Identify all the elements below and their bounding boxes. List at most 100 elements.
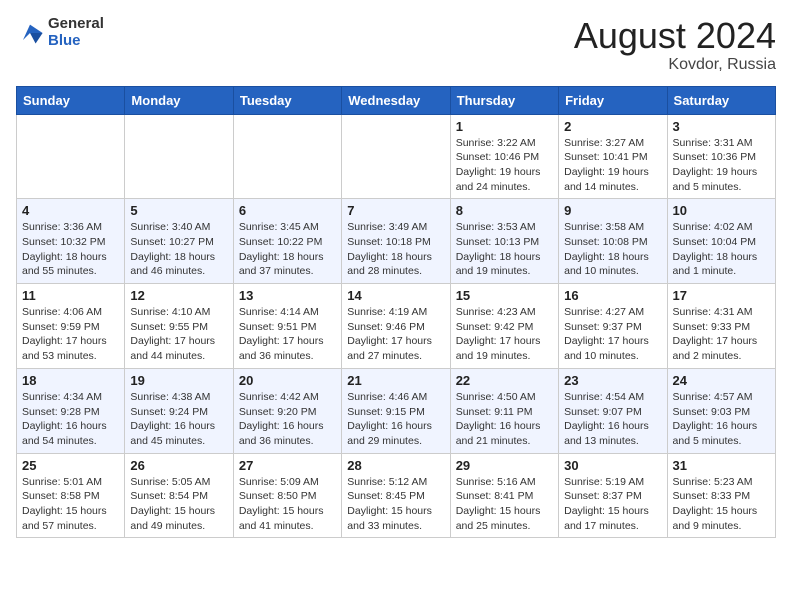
calendar-header-row: Sunday Monday Tuesday Wednesday Thursday…: [17, 86, 776, 114]
day-cell: [17, 114, 125, 199]
day-cell: 5 Sunrise: 3:40 AMSunset: 10:27 PMDaylig…: [125, 199, 233, 284]
week-row-5: 25 Sunrise: 5:01 AMSunset: 8:58 PMDaylig…: [17, 453, 776, 538]
day-number: 20: [239, 373, 336, 388]
day-cell: 28 Sunrise: 5:12 AMSunset: 8:45 PMDaylig…: [342, 453, 450, 538]
day-cell: 17 Sunrise: 4:31 AMSunset: 9:33 PMDaylig…: [667, 284, 775, 369]
day-cell: 15 Sunrise: 4:23 AMSunset: 9:42 PMDaylig…: [450, 284, 558, 369]
week-row-3: 11 Sunrise: 4:06 AMSunset: 9:59 PMDaylig…: [17, 284, 776, 369]
week-row-1: 1 Sunrise: 3:22 AMSunset: 10:46 PMDaylig…: [17, 114, 776, 199]
day-number: 17: [673, 288, 770, 303]
day-info: Sunrise: 4:46 AMSunset: 9:15 PMDaylight:…: [347, 390, 444, 449]
day-number: 13: [239, 288, 336, 303]
day-cell: 16 Sunrise: 4:27 AMSunset: 9:37 PMDaylig…: [559, 284, 667, 369]
day-number: 24: [673, 373, 770, 388]
week-row-2: 4 Sunrise: 3:36 AMSunset: 10:32 PMDaylig…: [17, 199, 776, 284]
day-number: 26: [130, 458, 227, 473]
day-cell: 27 Sunrise: 5:09 AMSunset: 8:50 PMDaylig…: [233, 453, 341, 538]
day-cell: 7 Sunrise: 3:49 AMSunset: 10:18 PMDaylig…: [342, 199, 450, 284]
day-info: Sunrise: 4:38 AMSunset: 9:24 PMDaylight:…: [130, 390, 227, 449]
day-cell: 4 Sunrise: 3:36 AMSunset: 10:32 PMDaylig…: [17, 199, 125, 284]
day-cell: 30 Sunrise: 5:19 AMSunset: 8:37 PMDaylig…: [559, 453, 667, 538]
day-number: 18: [22, 373, 119, 388]
day-number: 3: [673, 119, 770, 134]
day-number: 14: [347, 288, 444, 303]
day-number: 21: [347, 373, 444, 388]
day-cell: 18 Sunrise: 4:34 AMSunset: 9:28 PMDaylig…: [17, 368, 125, 453]
day-cell: 3 Sunrise: 3:31 AMSunset: 10:36 PMDaylig…: [667, 114, 775, 199]
day-cell: 1 Sunrise: 3:22 AMSunset: 10:46 PMDaylig…: [450, 114, 558, 199]
day-cell: 10 Sunrise: 4:02 AMSunset: 10:04 PMDayli…: [667, 199, 775, 284]
day-cell: 21 Sunrise: 4:46 AMSunset: 9:15 PMDaylig…: [342, 368, 450, 453]
day-info: Sunrise: 5:19 AMSunset: 8:37 PMDaylight:…: [564, 475, 661, 534]
day-cell: 13 Sunrise: 4:14 AMSunset: 9:51 PMDaylig…: [233, 284, 341, 369]
day-number: 6: [239, 203, 336, 218]
day-info: Sunrise: 4:14 AMSunset: 9:51 PMDaylight:…: [239, 305, 336, 364]
logo-blue-text: Blue: [48, 33, 104, 50]
day-number: 1: [456, 119, 553, 134]
day-cell: 25 Sunrise: 5:01 AMSunset: 8:58 PMDaylig…: [17, 453, 125, 538]
logo-icon: [16, 19, 44, 47]
day-number: 19: [130, 373, 227, 388]
day-number: 2: [564, 119, 661, 134]
day-cell: 8 Sunrise: 3:53 AMSunset: 10:13 PMDaylig…: [450, 199, 558, 284]
day-number: 5: [130, 203, 227, 218]
day-number: 22: [456, 373, 553, 388]
col-saturday: Saturday: [667, 86, 775, 114]
day-number: 16: [564, 288, 661, 303]
day-number: 29: [456, 458, 553, 473]
day-cell: 2 Sunrise: 3:27 AMSunset: 10:41 PMDaylig…: [559, 114, 667, 199]
day-info: Sunrise: 3:53 AMSunset: 10:13 PMDaylight…: [456, 220, 553, 279]
col-tuesday: Tuesday: [233, 86, 341, 114]
day-info: Sunrise: 5:01 AMSunset: 8:58 PMDaylight:…: [22, 475, 119, 534]
day-info: Sunrise: 5:12 AMSunset: 8:45 PMDaylight:…: [347, 475, 444, 534]
day-number: 10: [673, 203, 770, 218]
day-info: Sunrise: 4:27 AMSunset: 9:37 PMDaylight:…: [564, 305, 661, 364]
day-number: 30: [564, 458, 661, 473]
day-info: Sunrise: 5:05 AMSunset: 8:54 PMDaylight:…: [130, 475, 227, 534]
day-info: Sunrise: 3:31 AMSunset: 10:36 PMDaylight…: [673, 136, 770, 195]
day-info: Sunrise: 5:23 AMSunset: 8:33 PMDaylight:…: [673, 475, 770, 534]
day-info: Sunrise: 3:58 AMSunset: 10:08 PMDaylight…: [564, 220, 661, 279]
day-info: Sunrise: 5:16 AMSunset: 8:41 PMDaylight:…: [456, 475, 553, 534]
day-number: 31: [673, 458, 770, 473]
day-info: Sunrise: 4:31 AMSunset: 9:33 PMDaylight:…: [673, 305, 770, 364]
day-cell: [233, 114, 341, 199]
day-info: Sunrise: 3:45 AMSunset: 10:22 PMDaylight…: [239, 220, 336, 279]
day-number: 23: [564, 373, 661, 388]
day-info: Sunrise: 3:40 AMSunset: 10:27 PMDaylight…: [130, 220, 227, 279]
day-cell: 19 Sunrise: 4:38 AMSunset: 9:24 PMDaylig…: [125, 368, 233, 453]
day-cell: 20 Sunrise: 4:42 AMSunset: 9:20 PMDaylig…: [233, 368, 341, 453]
month-year: August 2024: [574, 16, 776, 56]
day-number: 12: [130, 288, 227, 303]
day-cell: 6 Sunrise: 3:45 AMSunset: 10:22 PMDaylig…: [233, 199, 341, 284]
day-number: 9: [564, 203, 661, 218]
day-info: Sunrise: 4:54 AMSunset: 9:07 PMDaylight:…: [564, 390, 661, 449]
day-info: Sunrise: 3:27 AMSunset: 10:41 PMDaylight…: [564, 136, 661, 195]
logo-text: General Blue: [48, 16, 104, 49]
day-info: Sunrise: 3:49 AMSunset: 10:18 PMDaylight…: [347, 220, 444, 279]
day-info: Sunrise: 3:36 AMSunset: 10:32 PMDaylight…: [22, 220, 119, 279]
calendar-table: Sunday Monday Tuesday Wednesday Thursday…: [16, 86, 776, 539]
col-sunday: Sunday: [17, 86, 125, 114]
day-number: 25: [22, 458, 119, 473]
page-header: General Blue August 2024 Kovdor, Russia: [16, 16, 776, 74]
col-friday: Friday: [559, 86, 667, 114]
day-number: 28: [347, 458, 444, 473]
col-wednesday: Wednesday: [342, 86, 450, 114]
day-info: Sunrise: 4:06 AMSunset: 9:59 PMDaylight:…: [22, 305, 119, 364]
col-monday: Monday: [125, 86, 233, 114]
week-row-4: 18 Sunrise: 4:34 AMSunset: 9:28 PMDaylig…: [17, 368, 776, 453]
day-number: 11: [22, 288, 119, 303]
day-cell: 14 Sunrise: 4:19 AMSunset: 9:46 PMDaylig…: [342, 284, 450, 369]
day-cell: 29 Sunrise: 5:16 AMSunset: 8:41 PMDaylig…: [450, 453, 558, 538]
day-number: 8: [456, 203, 553, 218]
day-info: Sunrise: 5:09 AMSunset: 8:50 PMDaylight:…: [239, 475, 336, 534]
day-cell: 24 Sunrise: 4:57 AMSunset: 9:03 PMDaylig…: [667, 368, 775, 453]
day-cell: 31 Sunrise: 5:23 AMSunset: 8:33 PMDaylig…: [667, 453, 775, 538]
day-number: 7: [347, 203, 444, 218]
day-cell: 11 Sunrise: 4:06 AMSunset: 9:59 PMDaylig…: [17, 284, 125, 369]
day-info: Sunrise: 4:34 AMSunset: 9:28 PMDaylight:…: [22, 390, 119, 449]
day-cell: 9 Sunrise: 3:58 AMSunset: 10:08 PMDaylig…: [559, 199, 667, 284]
location: Kovdor, Russia: [574, 56, 776, 74]
day-cell: 22 Sunrise: 4:50 AMSunset: 9:11 PMDaylig…: [450, 368, 558, 453]
